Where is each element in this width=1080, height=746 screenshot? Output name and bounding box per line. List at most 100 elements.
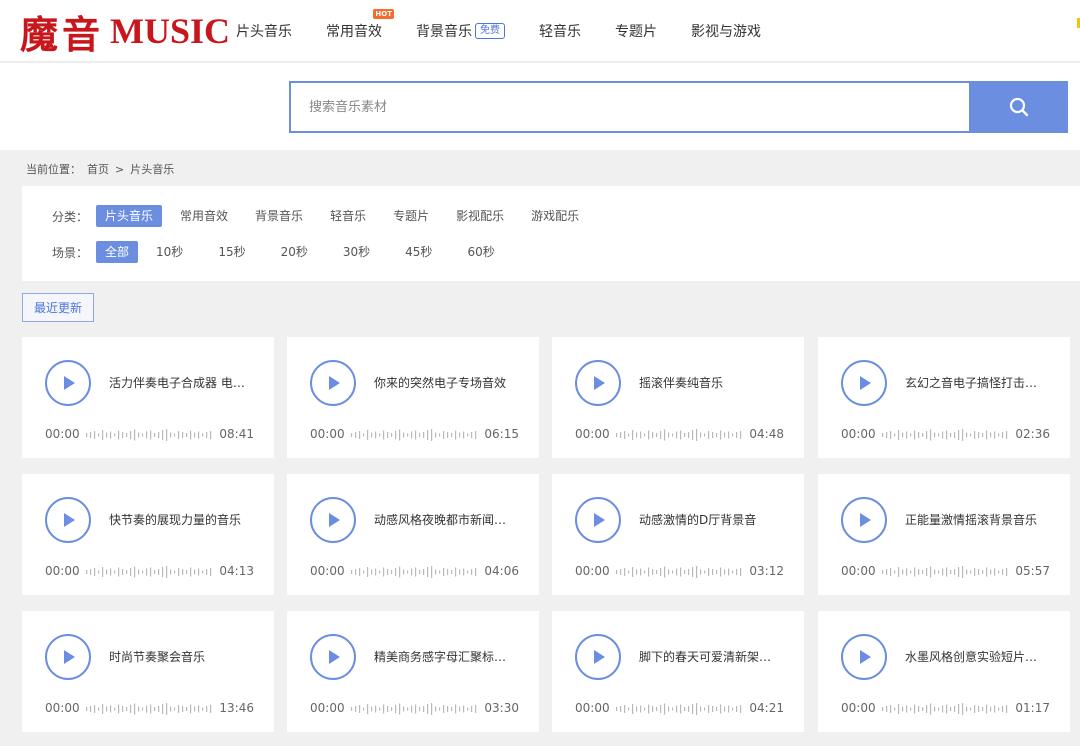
- waveform-bar: [914, 430, 916, 440]
- track-card[interactable]: 动感激情的D厅背景音 00:00 03:12: [552, 474, 804, 595]
- waveform-bar: [427, 704, 429, 714]
- track-card[interactable]: 快节奏的展现力量的音乐 00:00 04:13: [22, 474, 274, 595]
- play-button[interactable]: [45, 497, 91, 543]
- category-chip[interactable]: 影视配乐: [447, 205, 513, 227]
- scene-chip[interactable]: 全部: [96, 241, 139, 263]
- waveform-progress[interactable]: [84, 565, 216, 579]
- waveform-bar: [194, 432, 196, 438]
- track-card[interactable]: 水墨风格创意实验短片… 00:00 01:17: [818, 611, 1070, 732]
- waveform-bar: [198, 568, 200, 576]
- play-button[interactable]: [45, 360, 91, 406]
- waveform-progress[interactable]: [880, 428, 1012, 442]
- play-button[interactable]: [310, 634, 356, 680]
- scene-chip[interactable]: 10秒: [147, 241, 192, 263]
- track-title[interactable]: 脚下的春天可爱清新架…: [639, 648, 789, 665]
- scene-chip[interactable]: 15秒: [209, 241, 254, 263]
- waveform-bar: [728, 431, 730, 439]
- scene-chip[interactable]: 45秒: [396, 241, 441, 263]
- play-button[interactable]: [45, 634, 91, 680]
- track-title[interactable]: 水墨风格创意实验短片…: [905, 648, 1055, 665]
- waveform-progress[interactable]: [880, 702, 1012, 716]
- track-title[interactable]: 活力伴奏电子合成器 电…: [109, 374, 259, 391]
- waveform-bar: [363, 570, 365, 574]
- search-input[interactable]: [291, 83, 969, 131]
- waveform-progress[interactable]: [614, 428, 746, 442]
- play-button[interactable]: [575, 634, 621, 680]
- waveform-bar: [652, 432, 654, 438]
- waveform-progress[interactable]: [614, 702, 746, 716]
- waveform-bar: [162, 567, 164, 577]
- waveform-bar: [882, 433, 884, 437]
- play-button[interactable]: [841, 634, 887, 680]
- waveform-progress[interactable]: [349, 428, 481, 442]
- waveform-progress[interactable]: [880, 565, 1012, 579]
- track-title[interactable]: 动感激情的D厅背景音: [639, 511, 789, 528]
- recent-updates-button[interactable]: 最近更新: [22, 293, 94, 322]
- nav-item-film-games[interactable]: 影视与游戏: [691, 21, 761, 41]
- scene-chip[interactable]: 20秒: [272, 241, 317, 263]
- track-card[interactable]: 时尚节奏聚会音乐 00:00 13:46: [22, 611, 274, 732]
- category-chip[interactable]: 背景音乐: [246, 205, 312, 227]
- waveform-bar: [443, 431, 445, 439]
- site-logo[interactable]: 魔音 MUSIC: [20, 6, 230, 57]
- track-card[interactable]: 正能量激情摇滚背景音乐 00:00 05:57: [818, 474, 1070, 595]
- breadcrumb-home-link[interactable]: 首页: [87, 161, 109, 177]
- category-chip[interactable]: 游戏配乐: [522, 205, 588, 227]
- play-button[interactable]: [310, 360, 356, 406]
- waveform-bar: [672, 433, 674, 437]
- waveform-bar: [922, 707, 924, 711]
- track-title[interactable]: 你来的突然电子专场音效: [374, 374, 524, 391]
- track-card[interactable]: 动感风格夜晚都市新闻… 00:00 04:06: [287, 474, 539, 595]
- category-chip[interactable]: 常用音效: [171, 205, 237, 227]
- waveform-progress[interactable]: [84, 702, 216, 716]
- play-button[interactable]: [575, 360, 621, 406]
- waveform-bar: [950, 433, 952, 437]
- track-title[interactable]: 正能量激情摇滚背景音乐: [905, 511, 1055, 528]
- track-title[interactable]: 玄幻之音电子搞怪打击…: [905, 374, 1055, 391]
- waveform-bar: [186, 707, 188, 711]
- waveform-bar: [922, 570, 924, 574]
- track-title[interactable]: 精美商务感字母汇聚标…: [374, 648, 524, 665]
- track-card[interactable]: 脚下的春天可爱清新架… 00:00 04:21: [552, 611, 804, 732]
- waveform-bar: [98, 707, 100, 711]
- play-button[interactable]: [841, 360, 887, 406]
- waveform-progress[interactable]: [84, 428, 216, 442]
- scene-chip[interactable]: 30秒: [334, 241, 379, 263]
- play-button[interactable]: [310, 497, 356, 543]
- track-card[interactable]: 活力伴奏电子合成器 电… 00:00 08:41: [22, 337, 274, 458]
- track-card[interactable]: 摇滚伴奏纯音乐 00:00 04:48: [552, 337, 804, 458]
- category-chip[interactable]: 轻音乐: [321, 205, 375, 227]
- waveform-bar: [455, 567, 457, 577]
- waveform-bar: [427, 567, 429, 577]
- track-card[interactable]: 你来的突然电子专场音效 00:00 06:15: [287, 337, 539, 458]
- nav-item-background-music[interactable]: 背景音乐 免费: [416, 21, 505, 41]
- waveform-progress[interactable]: [614, 565, 746, 579]
- track-title[interactable]: 摇滚伴奏纯音乐: [639, 374, 789, 391]
- play-button[interactable]: [575, 497, 621, 543]
- scene-chip[interactable]: 60秒: [458, 241, 503, 263]
- waveform-bar: [696, 703, 698, 715]
- track-card[interactable]: 玄幻之音电子搞怪打击… 00:00 02:36: [818, 337, 1070, 458]
- waveform-bar: [355, 569, 357, 575]
- category-chip[interactable]: 片头音乐: [96, 205, 163, 227]
- track-title[interactable]: 动感风格夜晚都市新闻…: [374, 511, 524, 528]
- track-title[interactable]: 时尚节奏聚会音乐: [109, 648, 259, 665]
- waveform-bar: [1006, 568, 1008, 576]
- waveform-progress[interactable]: [349, 702, 481, 716]
- waveform-progress[interactable]: [349, 565, 481, 579]
- nav-item-sound-effects[interactable]: 常用音效 HOT: [326, 9, 394, 41]
- track-card[interactable]: 精美商务感字母汇聚标… 00:00 03:30: [287, 611, 539, 732]
- category-chip[interactable]: 专题片: [384, 205, 438, 227]
- waveform-bar: [974, 431, 976, 439]
- waveform-bar: [387, 706, 389, 712]
- nav-item-intro-music[interactable]: 片头音乐: [236, 21, 292, 41]
- waveform-bar: [680, 430, 682, 440]
- search-button[interactable]: [969, 81, 1068, 133]
- nav-item-light-music[interactable]: 轻音乐: [539, 21, 581, 41]
- play-button[interactable]: [841, 497, 887, 543]
- waveform-bar: [890, 705, 892, 713]
- nav-item-documentary[interactable]: 专题片: [615, 21, 657, 41]
- track-title[interactable]: 快节奏的展现力量的音乐: [109, 511, 259, 528]
- waveform-bar: [914, 567, 916, 577]
- waveform-bar: [367, 430, 369, 440]
